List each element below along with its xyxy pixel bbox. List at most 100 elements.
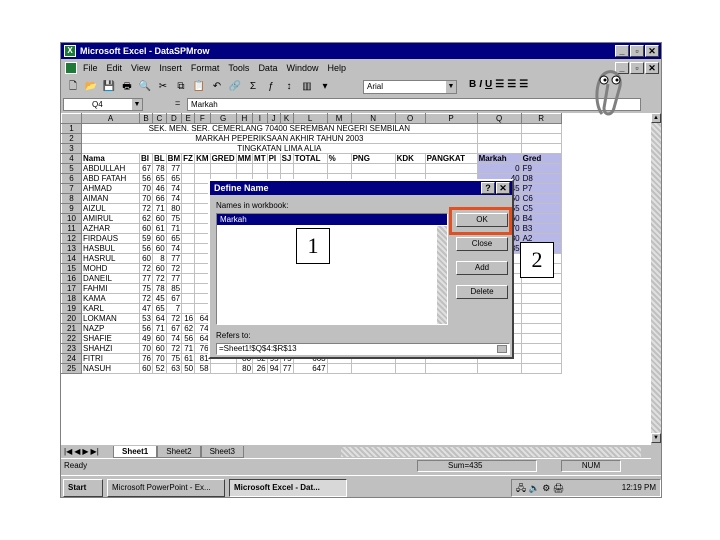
row-header[interactable]: 23 xyxy=(61,343,82,354)
column-header[interactable]: N xyxy=(350,113,396,124)
gred-cell[interactable] xyxy=(520,363,562,374)
value-cell[interactable]: 59 xyxy=(139,233,153,244)
value-cell[interactable]: 65 xyxy=(152,303,167,314)
names-list[interactable]: Markah xyxy=(216,213,448,325)
value-cell[interactable]: 60 xyxy=(139,253,153,264)
row-header[interactable]: 5 xyxy=(61,163,82,174)
name-cell[interactable]: AIZUL xyxy=(81,203,140,214)
dialog-help-button[interactable]: ? xyxy=(481,182,495,194)
dialog-close-button[interactable]: ✕ xyxy=(496,182,510,194)
value-cell[interactable]: 16 xyxy=(181,313,196,324)
hyperlink-icon[interactable]: 🔗 xyxy=(227,79,243,95)
name-cell[interactable]: AMIRUL xyxy=(81,213,140,224)
row-header[interactable]: 14 xyxy=(61,253,82,264)
tab-sheet3[interactable]: Sheet3 xyxy=(200,445,244,458)
gred-cell[interactable] xyxy=(520,303,562,314)
value-cell[interactable]: 65 xyxy=(165,173,183,184)
header-cell[interactable]: MT xyxy=(252,153,268,164)
column-header[interactable]: R xyxy=(520,113,562,124)
value-cell[interactable] xyxy=(292,163,328,174)
row-header[interactable]: 8 xyxy=(61,193,82,204)
value-cell[interactable] xyxy=(350,363,396,374)
value-cell[interactable]: 74 xyxy=(165,193,183,204)
row-header[interactable]: 13 xyxy=(61,243,82,254)
column-header[interactable]: D xyxy=(165,113,183,124)
value-cell[interactable]: 62 xyxy=(139,213,153,224)
value-cell[interactable]: 49 xyxy=(139,333,153,344)
name-cell[interactable]: HASBUL xyxy=(81,243,140,254)
value-cell[interactable]: 94 xyxy=(266,363,281,374)
row-header[interactable]: 18 xyxy=(61,293,82,304)
value-cell[interactable]: 45 xyxy=(152,293,167,304)
value-cell[interactable] xyxy=(326,363,352,374)
markah-cell[interactable] xyxy=(476,363,522,374)
value-cell[interactable] xyxy=(181,253,196,264)
value-cell[interactable]: 67 xyxy=(139,163,153,174)
value-cell[interactable]: 53 xyxy=(139,313,153,324)
name-cell[interactable]: ABD FATAH xyxy=(81,173,140,184)
value-cell[interactable]: 80 xyxy=(235,363,254,374)
gred-cell[interactable]: D8 xyxy=(520,173,562,184)
name-cell[interactable]: FIRDAUS xyxy=(81,233,140,244)
column-header[interactable]: M xyxy=(326,113,352,124)
header-cell[interactable]: % xyxy=(326,153,352,164)
start-button[interactable]: Start xyxy=(63,478,103,497)
value-cell[interactable]: 60 xyxy=(152,233,167,244)
value-cell[interactable]: 61 xyxy=(152,223,167,234)
menu-view[interactable]: View xyxy=(131,63,150,73)
value-cell[interactable]: 60 xyxy=(152,333,167,344)
row-header[interactable]: 4 xyxy=(61,153,82,164)
value-cell[interactable]: 77 xyxy=(165,273,183,284)
column-header[interactable]: G xyxy=(209,113,237,124)
name-cell[interactable]: KAMA xyxy=(81,293,140,304)
header-cell[interactable]: SJ xyxy=(279,153,294,164)
value-cell[interactable]: 70 xyxy=(152,353,167,364)
menu-window[interactable]: Window xyxy=(286,63,318,73)
gred-cell[interactable] xyxy=(520,313,562,324)
value-cell[interactable] xyxy=(181,173,196,184)
value-cell[interactable]: 72 xyxy=(139,293,153,304)
value-cell[interactable]: 74 xyxy=(165,243,183,254)
copy-icon[interactable]: ⧉ xyxy=(173,79,189,95)
value-cell[interactable]: 76 xyxy=(139,353,153,364)
row-header[interactable]: 17 xyxy=(61,283,82,294)
value-cell[interactable]: 77 xyxy=(165,253,183,264)
value-cell[interactable] xyxy=(266,163,281,174)
save-icon[interactable]: 💾 xyxy=(101,79,117,95)
column-header[interactable]: B xyxy=(139,113,153,124)
formula-input[interactable]: Markah xyxy=(187,98,641,111)
value-cell[interactable] xyxy=(424,163,478,174)
gred-cell[interactable] xyxy=(520,333,562,344)
cell[interactable] xyxy=(476,143,522,154)
header-cell[interactable]: Gred xyxy=(520,153,562,164)
value-cell[interactable]: 74 xyxy=(165,333,183,344)
value-cell[interactable] xyxy=(181,233,196,244)
value-cell[interactable]: 71 xyxy=(152,323,167,334)
workbook-icon[interactable] xyxy=(65,62,77,74)
value-cell[interactable]: 72 xyxy=(152,273,167,284)
column-header[interactable]: Q xyxy=(476,113,522,124)
gred-cell[interactable] xyxy=(520,323,562,334)
column-header[interactable]: I xyxy=(252,113,268,124)
first-sheet-icon[interactable]: |◀ xyxy=(64,447,72,456)
value-cell[interactable]: 78 xyxy=(152,163,167,174)
value-cell[interactable]: 60 xyxy=(139,363,153,374)
value-cell[interactable]: 78 xyxy=(152,283,167,294)
align-right-icon[interactable]: ☰ xyxy=(519,79,528,90)
name-input[interactable]: Markah xyxy=(217,214,447,225)
chart-wizard-icon[interactable]: ▥ xyxy=(299,79,315,95)
menu-tools[interactable]: Tools xyxy=(228,63,249,73)
taskbar-excel[interactable]: Microsoft Excel - Dat... xyxy=(229,478,347,497)
vertical-scrollbar[interactable]: ▲ ▼ xyxy=(651,113,661,443)
menu-edit[interactable]: Edit xyxy=(107,63,123,73)
value-cell[interactable]: 647 xyxy=(292,363,328,374)
column-header[interactable]: F xyxy=(194,113,211,124)
column-header[interactable]: A xyxy=(81,113,140,124)
name-cell[interactable]: NASUH xyxy=(81,363,140,374)
value-cell[interactable]: 60 xyxy=(152,243,167,254)
name-cell[interactable]: MOHD xyxy=(81,263,140,274)
name-cell[interactable]: HASRUL xyxy=(81,253,140,264)
names-list-scrollbar[interactable] xyxy=(437,226,447,324)
delete-button[interactable]: Delete xyxy=(456,285,508,299)
value-cell[interactable]: 60 xyxy=(152,263,167,274)
